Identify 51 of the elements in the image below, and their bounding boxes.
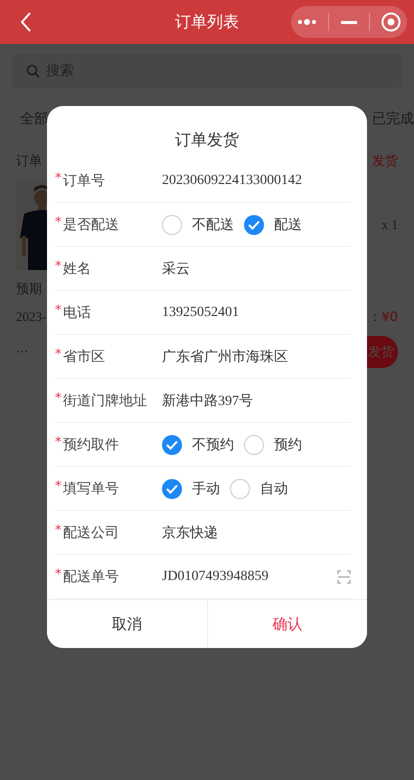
back-icon[interactable] [20,12,32,32]
order-total: ¥0 [381,310,398,325]
required-asterisk: * [55,567,62,582]
field-label: 配送单号 [63,568,120,586]
radio-icon[interactable] [162,434,182,454]
radio-icon[interactable] [162,478,182,498]
more-icon[interactable] [296,19,317,25]
field-value: 20230609224133000142 [162,172,303,188]
radio-icon[interactable] [230,478,250,498]
field-value: 采云 [162,260,191,278]
field-label: 配送公司 [63,524,120,542]
radio-option[interactable]: 预约 [244,434,302,454]
field-label: 预约取件 [63,436,120,454]
page-title: 订单列表 [175,12,239,32]
field-label: 电话 [63,304,92,322]
radio-option[interactable]: 手动 [162,478,220,498]
field-label: 街道门牌地址 [63,392,148,410]
field-label: 省市区 [63,348,106,366]
radio-option[interactable]: 不预约 [162,434,234,454]
required-asterisk: * [55,391,62,406]
field-label: 订单号 [63,172,106,190]
field-value: 广东省广州市海珠区 [162,348,289,366]
required-asterisk: * [55,347,62,362]
close-icon[interactable] [381,12,402,32]
confirm-button[interactable]: 确认 [206,600,367,648]
field-value: 13925052401 [162,304,240,320]
required-asterisk: * [55,259,62,274]
field-label: 姓名 [63,260,92,278]
radio-icon[interactable] [244,434,264,454]
required-asterisk: * [55,171,62,186]
dialog-title: 订单发货 [174,129,240,151]
scan-icon[interactable] [337,570,351,584]
field-value: 新港中路397号 [162,392,254,410]
required-asterisk: * [55,523,62,538]
field-value: 京东快递 [162,524,219,542]
required-asterisk: * [55,303,62,318]
total-label: ： [368,310,382,325]
radio-icon[interactable] [244,214,264,234]
radio-icon[interactable] [162,214,182,234]
search-icon [26,64,40,78]
required-asterisk: * [55,479,62,494]
radio-option[interactable]: 配送 [244,214,302,234]
minimize-icon[interactable] [340,20,357,24]
radio-option[interactable]: 不配送 [162,214,234,234]
radio-option[interactable]: 自动 [230,478,288,498]
required-asterisk: * [55,435,62,450]
field-label: 是否配送 [63,216,120,234]
required-asterisk: * [55,215,62,230]
order-status: 发货 [372,153,398,170]
field-label: 填写单号 [63,480,120,498]
tracking-number-field[interactable]: JD0107493948859 [162,568,337,584]
